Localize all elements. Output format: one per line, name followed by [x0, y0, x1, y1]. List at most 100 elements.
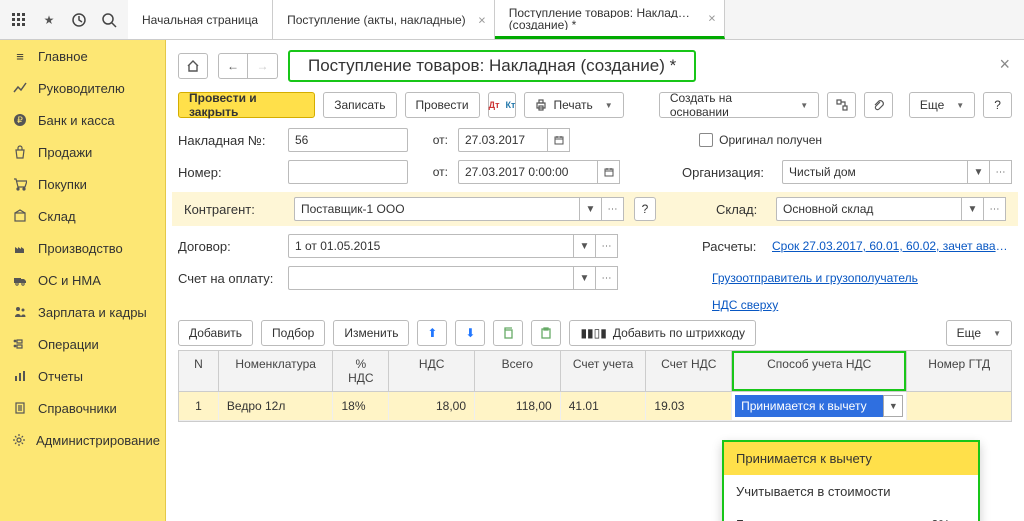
calendar-icon[interactable] [548, 128, 570, 152]
page-title: Поступление товаров: Накладная (создание… [288, 50, 696, 82]
datetime-input[interactable]: 27.03.2017 0:00:00 [458, 160, 598, 184]
dropdown-icon[interactable]: ▼ [968, 160, 990, 184]
dropdown-option[interactable]: Принимается к вычету [724, 442, 978, 475]
barcode-button[interactable]: ▮▮▯▮Добавить по штрихкоду [569, 320, 756, 346]
original-checkbox[interactable] [699, 133, 713, 147]
search-icon[interactable] [96, 7, 122, 33]
sidebar-item-refs[interactable]: Справочники [0, 392, 165, 424]
copy-button[interactable] [493, 320, 523, 346]
col-vds-method[interactable]: Способ учета НДС [732, 351, 907, 391]
sidebar-item-label: Справочники [38, 401, 117, 416]
edit-button[interactable]: Изменить [333, 320, 409, 346]
star-icon[interactable]: ★ [36, 7, 62, 33]
post-and-close-button[interactable]: Провести и закрыть [178, 92, 315, 118]
dropdown-icon[interactable]: ▼ [574, 234, 596, 258]
print-label: Печать [553, 98, 592, 112]
dropdown-option[interactable]: Учитывается в стоимости [724, 475, 978, 508]
sidebar-item-main[interactable]: ≡Главное [0, 40, 165, 72]
open-icon[interactable]: ⋯ [984, 197, 1006, 221]
pick-button[interactable]: Подбор [261, 320, 325, 346]
sidebar: ≡Главное Руководителю ₽Банк и касса Прод… [0, 40, 166, 521]
tab-start[interactable]: Начальная страница [128, 0, 273, 39]
chevron-down-icon[interactable]: ▼ [883, 395, 903, 417]
close-document-icon[interactable]: × [999, 54, 1010, 75]
sidebar-item-production[interactable]: Производство [0, 232, 165, 264]
history-icon[interactable] [66, 7, 92, 33]
col-vds[interactable]: НДС [389, 351, 475, 391]
move-up-button[interactable]: ⬆ [417, 320, 447, 346]
create-based-button[interactable]: Создать на основании [659, 92, 819, 118]
dt-kt-button[interactable]: ДтКт [488, 92, 517, 118]
contragent-input[interactable]: Поставщик-1 ООО [294, 197, 580, 221]
attach-button[interactable] [864, 92, 893, 118]
ruble-icon: ₽ [12, 112, 28, 128]
open-icon[interactable]: ⋯ [596, 266, 618, 290]
table-row[interactable]: 1 Ведро 12л 18% 18,00 118,00 41.01 19.03… [179, 392, 1011, 421]
calc-link[interactable]: Срок 27.03.2017, 60.01, 60.02, зачет ава… [772, 239, 1012, 253]
save-button[interactable]: Записать [323, 92, 396, 118]
sidebar-item-bank[interactable]: ₽Банк и касса [0, 104, 165, 136]
sidebar-item-assets[interactable]: ОС и НМА [0, 264, 165, 296]
related-button[interactable] [827, 92, 856, 118]
bill-input[interactable] [288, 266, 574, 290]
open-icon[interactable]: ⋯ [602, 197, 624, 221]
contract-input[interactable]: 1 от 01.05.2015 [288, 234, 574, 258]
home-button[interactable] [178, 53, 208, 79]
vds-top-link[interactable]: НДС сверху [712, 298, 1012, 312]
forward-button[interactable]: → [248, 53, 278, 79]
dropdown-icon[interactable]: ▼ [580, 197, 602, 221]
sidebar-item-reports[interactable]: Отчеты [0, 360, 165, 392]
calendar-icon[interactable] [598, 160, 620, 184]
col-pvds[interactable]: % НДС [333, 351, 389, 391]
add-button[interactable]: Добавить [178, 320, 253, 346]
col-total[interactable]: Всего [475, 351, 561, 391]
col-acctvds[interactable]: Счет НДС [646, 351, 732, 391]
more-button[interactable]: Еще [909, 92, 975, 118]
dropdown-icon[interactable]: ▼ [574, 266, 596, 290]
cell-vds-method[interactable]: Принимается к вычету ▼ [732, 392, 907, 420]
col-acct[interactable]: Счет учета [561, 351, 647, 391]
open-icon[interactable]: ⋯ [596, 234, 618, 258]
grid-header: N Номенклатура % НДС НДС Всего Счет учет… [179, 351, 1011, 392]
sidebar-item-operations[interactable]: Операции [0, 328, 165, 360]
close-icon[interactable]: × [708, 11, 716, 26]
warehouse-input[interactable]: Основной склад [776, 197, 962, 221]
warehouse-label: Склад: [716, 202, 766, 217]
sidebar-item-label: Главное [38, 49, 88, 64]
sidebar-item-manager[interactable]: Руководителю [0, 72, 165, 104]
col-nom[interactable]: Номенклатура [219, 351, 334, 391]
nav-group: ← → [218, 53, 278, 79]
grid-more-button[interactable]: Еще [946, 320, 1012, 346]
box-icon [12, 208, 28, 224]
post-button[interactable]: Провести [405, 92, 480, 118]
apps-icon[interactable] [6, 7, 32, 33]
sidebar-item-warehouse[interactable]: Склад [0, 200, 165, 232]
dropdown-icon[interactable]: ▼ [962, 197, 984, 221]
contragent-help-button[interactable]: ? [634, 197, 656, 221]
barcode-icon: ▮▮▯▮ [580, 326, 606, 340]
move-down-button[interactable]: ⬇ [455, 320, 485, 346]
sidebar-item-hr[interactable]: Зарплата и кадры [0, 296, 165, 328]
org-input[interactable]: Чистый дом [782, 160, 968, 184]
close-icon[interactable]: × [478, 12, 486, 27]
sidebar-item-purchases[interactable]: Покупки [0, 168, 165, 200]
help-button[interactable]: ? [983, 92, 1012, 118]
open-icon[interactable]: ⋯ [990, 160, 1012, 184]
paste-button[interactable] [531, 320, 561, 346]
number-input[interactable] [288, 160, 408, 184]
invoice-no-input[interactable]: 56 [288, 128, 408, 152]
cell-n: 1 [179, 392, 219, 420]
sidebar-item-admin[interactable]: Администрирование [0, 424, 165, 456]
vds-method-editor[interactable]: Принимается к вычету ▼ [735, 395, 903, 417]
dropdown-option[interactable]: Блокируется до подтверждения 0% [724, 508, 978, 521]
sender-link[interactable]: Грузоотправитель и грузополучатель [712, 271, 1012, 285]
sidebar-item-sales[interactable]: Продажи [0, 136, 165, 168]
back-button[interactable]: ← [218, 53, 248, 79]
col-n[interactable]: N [179, 351, 219, 391]
number-label: Номер: [178, 165, 278, 180]
tab-current-doc[interactable]: Поступление товаров: Накладная(создание)… [495, 0, 725, 39]
col-gtd[interactable]: Номер ГТД [907, 351, 1011, 391]
invoice-date-input[interactable]: 27.03.2017 [458, 128, 548, 152]
tab-receipts[interactable]: Поступление (акты, накладные)× [273, 0, 495, 39]
print-button[interactable]: Печать [524, 92, 623, 118]
